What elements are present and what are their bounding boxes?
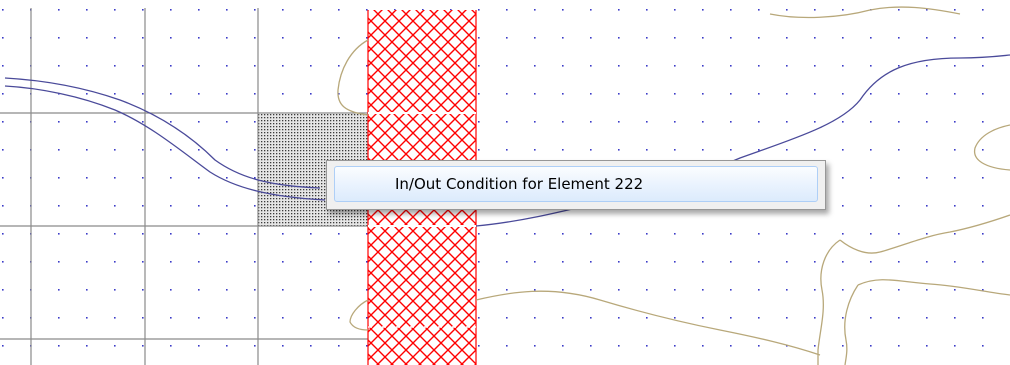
menu-item-label: In/Out Condition for Element 222 (395, 175, 644, 193)
menu-item-in-out-condition[interactable]: In/Out Condition for Element 222 (334, 166, 818, 202)
context-menu: In/Out Condition for Element 222 (326, 160, 826, 210)
